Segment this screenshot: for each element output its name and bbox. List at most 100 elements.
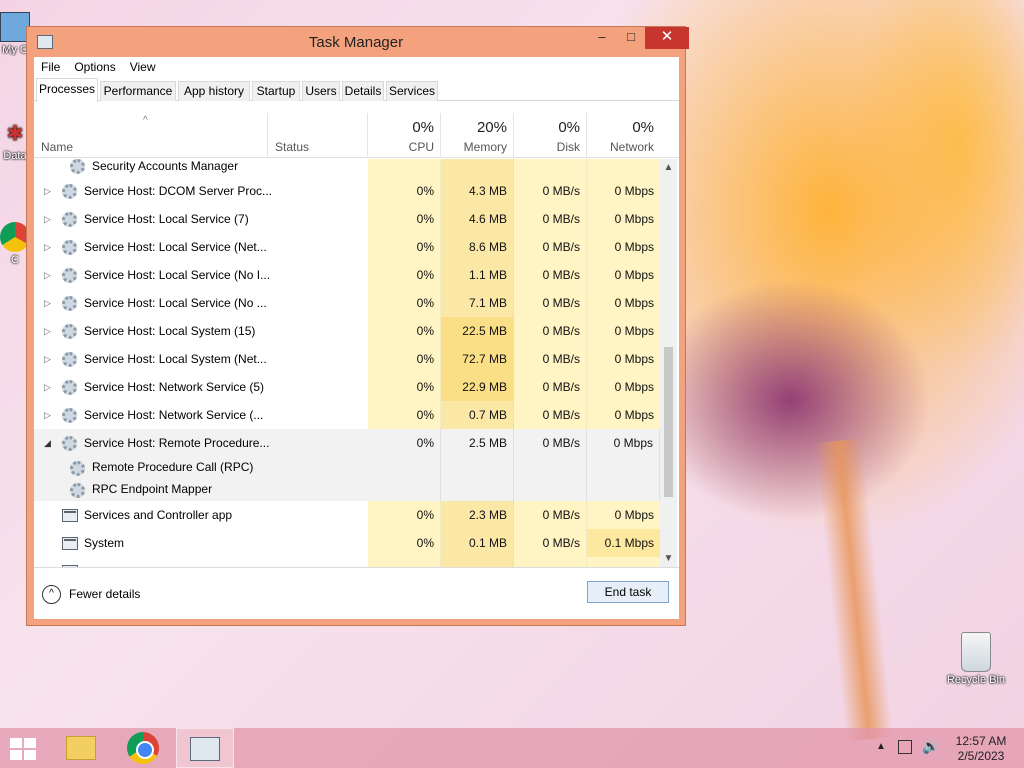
start-button[interactable] [10,738,38,760]
column-name[interactable]: ^ Name [34,113,268,158]
desktop-icon-label: Data [3,150,27,162]
table-row[interactable]: 0% 8.6 MB 0 MB/s 0 Mbps ▷ Service Host: … [34,233,660,261]
table-row[interactable] [34,557,660,567]
chrome-icon[interactable] [127,732,159,764]
chevron-up-icon[interactable]: ▲ [876,741,886,768]
table-row[interactable]: Security Accounts Manager [34,159,660,177]
table-row[interactable]: 0% 2.3 MB 0 MB/s 0 Mbps Services and Con… [34,501,660,529]
recycle-bin-icon [961,632,991,672]
expand-chevron-icon[interactable]: ▷ [44,289,51,317]
collapse-chevron-icon[interactable]: ◢ [44,429,51,457]
tab-users[interactable]: Users [302,81,340,101]
column-memory[interactable]: 20% Memory [441,113,514,158]
service-gear-icon [62,436,77,451]
taskbar-task-manager[interactable] [176,728,234,768]
cpu-value: 0% [368,233,441,261]
table-row[interactable]: 0% 22.9 MB 0 MB/s 0 Mbps ▷ Service Host:… [34,373,660,401]
sort-ascending-icon: ^ [143,115,148,126]
tab-processes[interactable]: Processes [36,78,98,102]
disk-value: 0 MB/s [542,436,580,450]
volume-icon[interactable]: 🔊 [922,738,939,768]
table-row[interactable]: 0% 4.6 MB 0 MB/s 0 Mbps ▷ Service Host: … [34,205,660,233]
table-row[interactable]: 0% 0.7 MB 0 MB/s 0 Mbps ▷ Service Host: … [34,401,660,429]
expand-chevron-icon[interactable]: ▷ [44,345,51,373]
cpu-value: 0% [368,401,441,429]
menu-file[interactable]: File [41,60,60,74]
network-value: 0 Mbps [587,177,660,205]
disk-value: 0 MB/s [514,289,587,317]
window-client: File Options View Processes Performance … [34,57,679,619]
child-service-name[interactable]: RPC Endpoint Mapper [92,475,212,503]
network-icon[interactable] [898,740,912,754]
minimize-button[interactable]: – [587,27,617,49]
expand-chevron-icon[interactable]: ▷ [44,177,51,205]
expand-chevron-icon[interactable]: ▷ [44,261,51,289]
cpu-value: 0% [416,436,434,450]
network-value: 0 Mbps [613,436,653,450]
disk-value: 0 MB/s [514,233,587,261]
scrollbar-thumb[interactable] [664,347,673,497]
process-name: Service Host: Local Service (No ... [84,296,267,310]
expand-chevron-icon[interactable]: ▷ [44,233,51,261]
column-cpu[interactable]: 0% CPU [368,113,441,158]
cpu-value: 0% [368,177,441,205]
desktop-icon-label: My C [2,44,28,56]
close-button[interactable]: ✕ [645,27,689,49]
column-status[interactable]: Status [268,113,368,158]
vertical-scrollbar[interactable]: ▲ ▼ [660,159,677,567]
disk-value: 0 MB/s [514,345,587,373]
column-memory-label: Memory [463,140,507,154]
process-name: Security Accounts Manager [92,159,239,173]
table-row[interactable]: 0% 22.5 MB 0 MB/s 0 Mbps ▷ Service Host:… [34,317,660,345]
column-disk-label: Disk [556,140,580,154]
chevron-up-circle-icon[interactable]: ^ [42,585,61,604]
process-name: Services and Controller app [84,508,233,522]
table-row[interactable]: 0% 72.7 MB 0 MB/s 0 Mbps ▷ Service Host:… [34,345,660,373]
file-explorer-icon[interactable] [66,736,96,760]
disk-value: 0 MB/s [514,401,587,429]
table-row-expanded-group[interactable]: 0% 2.5 MB 0 MB/s 0 Mbps ◢ Service Host: … [34,429,660,501]
service-gear-icon [62,352,77,367]
column-network[interactable]: 0% Network [587,113,660,158]
tab-details[interactable]: Details [342,81,384,101]
fewer-details-link[interactable]: Fewer details [69,587,140,601]
disk-total-percent: 0% [558,119,580,136]
desktop-icon-recycle-bin[interactable]: Recycle Bin [940,632,1012,686]
column-name-label: Name [41,140,74,154]
tab-strip: Processes Performance App history Startu… [34,77,679,102]
table-row[interactable]: 0% 1.1 MB 0 MB/s 0 Mbps ▷ Service Host: … [34,261,660,289]
process-name: Service Host: Local System (Net... [84,352,267,366]
app-window-icon [62,509,78,522]
expand-chevron-icon[interactable]: ▷ [44,401,51,429]
window-footer: ^ Fewer details End task [34,567,679,619]
scroll-up-arrow-icon[interactable]: ▲ [660,159,677,176]
memory-value: 72.7 MB [441,345,514,373]
cpu-value: 0% [368,529,441,557]
system-clock[interactable]: 12:57 AM 2/5/2023 [950,734,1012,764]
table-row[interactable]: 0% 4.3 MB 0 MB/s 0 Mbps ▷ Service Host: … [34,177,660,205]
tab-performance[interactable]: Performance [100,81,176,101]
menu-view[interactable]: View [130,60,156,74]
column-status-label: Status [275,140,310,154]
service-gear-icon [62,268,77,283]
column-cpu-label: CPU [408,140,434,154]
service-gear-icon [70,461,85,476]
menu-options[interactable]: Options [74,60,115,74]
expand-chevron-icon[interactable]: ▷ [44,317,51,345]
expand-chevron-icon[interactable]: ▷ [44,205,51,233]
end-task-button[interactable]: End task [587,581,669,603]
table-row[interactable]: 0% 7.1 MB 0 MB/s 0 Mbps ▷ Service Host: … [34,289,660,317]
memory-value: 2.5 MB [468,436,507,450]
table-row[interactable]: 0% 0.1 MB 0 MB/s 0.1 Mbps System [34,529,660,557]
expand-chevron-icon[interactable]: ▷ [44,373,51,401]
network-value: 0 Mbps [587,205,660,233]
tab-startup[interactable]: Startup [252,81,300,101]
maximize-button[interactable]: □ [616,27,646,49]
scroll-down-arrow-icon[interactable]: ▼ [660,550,677,567]
title-bar[interactable]: Task Manager – □ ✕ [27,27,689,57]
column-disk[interactable]: 0% Disk [514,113,587,158]
tab-services[interactable]: Services [386,81,438,101]
tab-app-history[interactable]: App history [178,81,250,101]
memory-value: 4.6 MB [441,205,514,233]
cpu-value: 0% [368,205,441,233]
